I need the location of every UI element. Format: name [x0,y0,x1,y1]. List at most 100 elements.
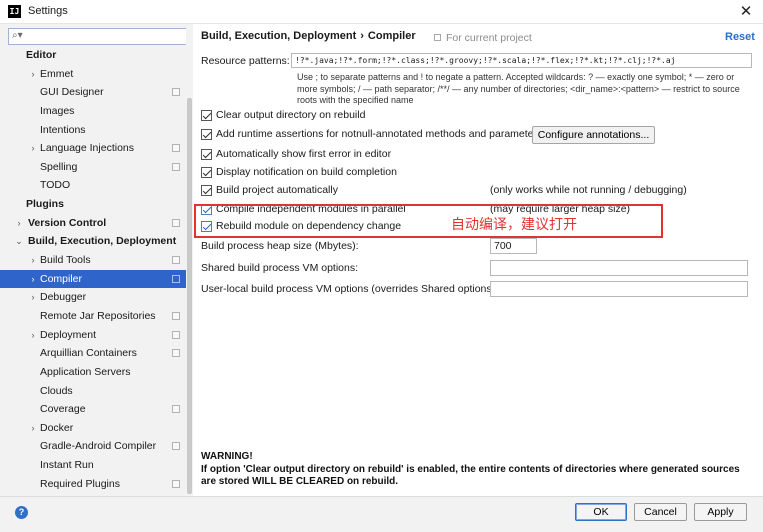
sidebar-item-build-tools[interactable]: › Build Tools [0,251,186,270]
help-icon[interactable]: ? [15,506,28,519]
sidebar-item-required-plugins[interactable]: Required Plugins [0,475,186,494]
chevron-right-icon[interactable]: › [28,139,38,158]
sidebar-item-docker[interactable]: › Docker [0,419,186,438]
sidebar-item-plugins[interactable]: Plugins [0,195,186,214]
checkbox-label: Display notification on build completion [216,166,397,178]
project-copy-icon [172,144,180,153]
chevron-right-icon[interactable]: › [28,251,38,270]
search-input[interactable] [29,30,179,43]
sidebar-item-language-injections[interactable]: › Language Injections [0,139,186,158]
shared-vm-options-input[interactable] [490,260,748,276]
sidebar-scrollbar[interactable] [186,24,193,496]
shared-vm-options-label: Shared build process VM options: [201,262,359,274]
chevron-right-icon[interactable]: › [28,288,38,307]
sidebar-item-remote-jar-repositories[interactable]: Remote Jar Repositories [0,307,186,326]
chevron-right-icon[interactable]: › [28,419,38,438]
sidebar-item-label: Build, Execution, Deployment [28,235,177,248]
sidebar-item-todo[interactable]: TODO [0,176,186,195]
checkbox[interactable] [201,185,212,196]
chevron-right-icon[interactable]: › [28,326,38,345]
checkbox[interactable] [201,149,212,160]
breadcrumb-current: Compiler [367,30,416,42]
heap-size-input[interactable]: 700 [490,238,537,254]
project-copy-icon [434,34,441,41]
sidebar-item-clouds[interactable]: Clouds [0,382,186,401]
annotation-highlight-box [194,204,663,238]
sidebar-item-emmet[interactable]: › Emmet [0,65,186,84]
configure-annotations-button[interactable]: Configure annotations... [532,126,655,144]
chevron-right-icon[interactable]: › [14,214,24,233]
sidebar-item-label: Build Tools [40,254,91,267]
sidebar-item-label: Compiler [40,272,83,285]
resource-patterns-hint: Use ; to separate patterns and ! to nega… [297,72,740,105]
sidebar-item-coverage[interactable]: Coverage [0,400,186,419]
sidebar-item-label: Remote Jar Repositories [40,309,156,322]
cancel-button[interactable]: Cancel [634,503,687,521]
breadcrumb: Build, Execution, Deployment › Compiler [201,30,416,42]
sidebar-item-label: Application Servers [40,365,131,378]
settings-search-box[interactable]: ⌕▾ [8,28,188,45]
sidebar-item-label: Clouds [40,384,73,397]
sidebar-item-compiler[interactable]: › Compiler [0,269,186,289]
checkbox-label: Clear output directory on rebuild [216,109,366,121]
sidebar-item-deployment[interactable]: › Deployment [0,326,186,345]
warning-title: WARNING! [201,451,253,462]
sidebar-item-arquillian-containers[interactable]: Arquillian Containers [0,344,186,363]
chevron-right-icon[interactable]: › [28,65,38,84]
project-copy-icon [172,88,180,97]
sidebar-item-instant-run[interactable]: Instant Run [0,456,186,475]
project-copy-icon [172,256,180,265]
checkbox[interactable] [201,129,212,140]
chevron-right-icon[interactable]: › [28,270,38,289]
checkbox[interactable] [201,110,212,121]
scrollbar-thumb[interactable] [187,98,192,494]
user-vm-options-label: User-local build process VM options (ove… [201,283,499,295]
reset-link[interactable]: Reset [725,31,755,43]
project-copy-icon [172,442,180,451]
sidebar-item-build-execution-deployment[interactable]: ⌄ Build, Execution, Deployment [0,232,186,251]
apply-button[interactable]: Apply [694,503,747,521]
checkbox-label: Automatically show first error in editor [216,148,392,160]
rebuild-warning: WARNING! If option 'Clear output directo… [201,451,757,489]
sidebar-item-label: Docker [40,421,74,434]
compiler-settings-panel: Build, Execution, Deployment › Compiler Fo… [194,24,763,496]
title-bar: IJ Settings ✕ [0,0,763,24]
sidebar-item-intentions[interactable]: Intentions [0,121,186,140]
sidebar-item-application-servers[interactable]: Application Servers [0,363,186,382]
breadcrumb-parent: Build, Execution, Deployment [201,30,357,42]
sidebar-item-gui-designer[interactable]: GUI Designer [0,83,186,102]
resource-patterns-input[interactable]: !?*.java;!?*.form;!?*.class;!?*.groovy;!… [291,53,752,68]
sidebar-item-label: Editor [26,49,57,61]
heap-size-label: Build process heap size (Mbytes): [201,240,359,252]
sidebar-item-debugger[interactable]: › Debugger [0,288,186,307]
user-vm-options-input[interactable] [490,281,748,297]
chevron-down-icon[interactable]: ⌄ [14,232,24,251]
sidebar-item-editor[interactable]: Editor [0,46,186,65]
settings-sidebar: ⌕▾ Editor › Emmet GUI Designer Images Intenti… [0,24,193,496]
sidebar-item-images[interactable]: Images [0,102,186,121]
close-icon[interactable]: ✕ [736,2,756,22]
project-copy-icon [172,405,180,414]
sidebar-item-label: Deployment [40,328,97,341]
sidebar-item-label: TODO [40,179,71,192]
sidebar-item-version-control[interactable]: › Version Control [0,214,186,233]
sidebar-item-gradle-android-compiler[interactable]: Gradle-Android Compiler [0,437,186,456]
sidebar-item-label: Gradle-Android Compiler [40,440,157,453]
settings-tree: Editor › Emmet GUI Designer Images Intentions… [0,46,186,493]
project-copy-icon [172,162,180,171]
intellij-app-icon: IJ [8,5,21,18]
for-current-project-note: For current project [434,32,532,44]
sidebar-item-label: Version Control [28,216,107,229]
checkbox[interactable] [201,167,212,178]
annotation-note: 自动编译，建议打开 [451,217,577,233]
ok-button[interactable]: OK [575,503,627,521]
sidebar-item-label: Required Plugins [40,477,120,490]
sidebar-item-label: Intentions [40,123,86,136]
search-icon: ⌕▾ [12,30,23,41]
checkbox-label: Build project automatically [216,184,338,196]
for-current-project-label: For current project [446,32,532,44]
sidebar-item-spelling[interactable]: Spelling [0,158,186,177]
sidebar-item-label: Instant Run [40,459,94,472]
dialog-footer: ? OK Cancel Apply [0,496,763,532]
checkbox-label: Add runtime assertions for notnull-annot… [216,128,543,140]
